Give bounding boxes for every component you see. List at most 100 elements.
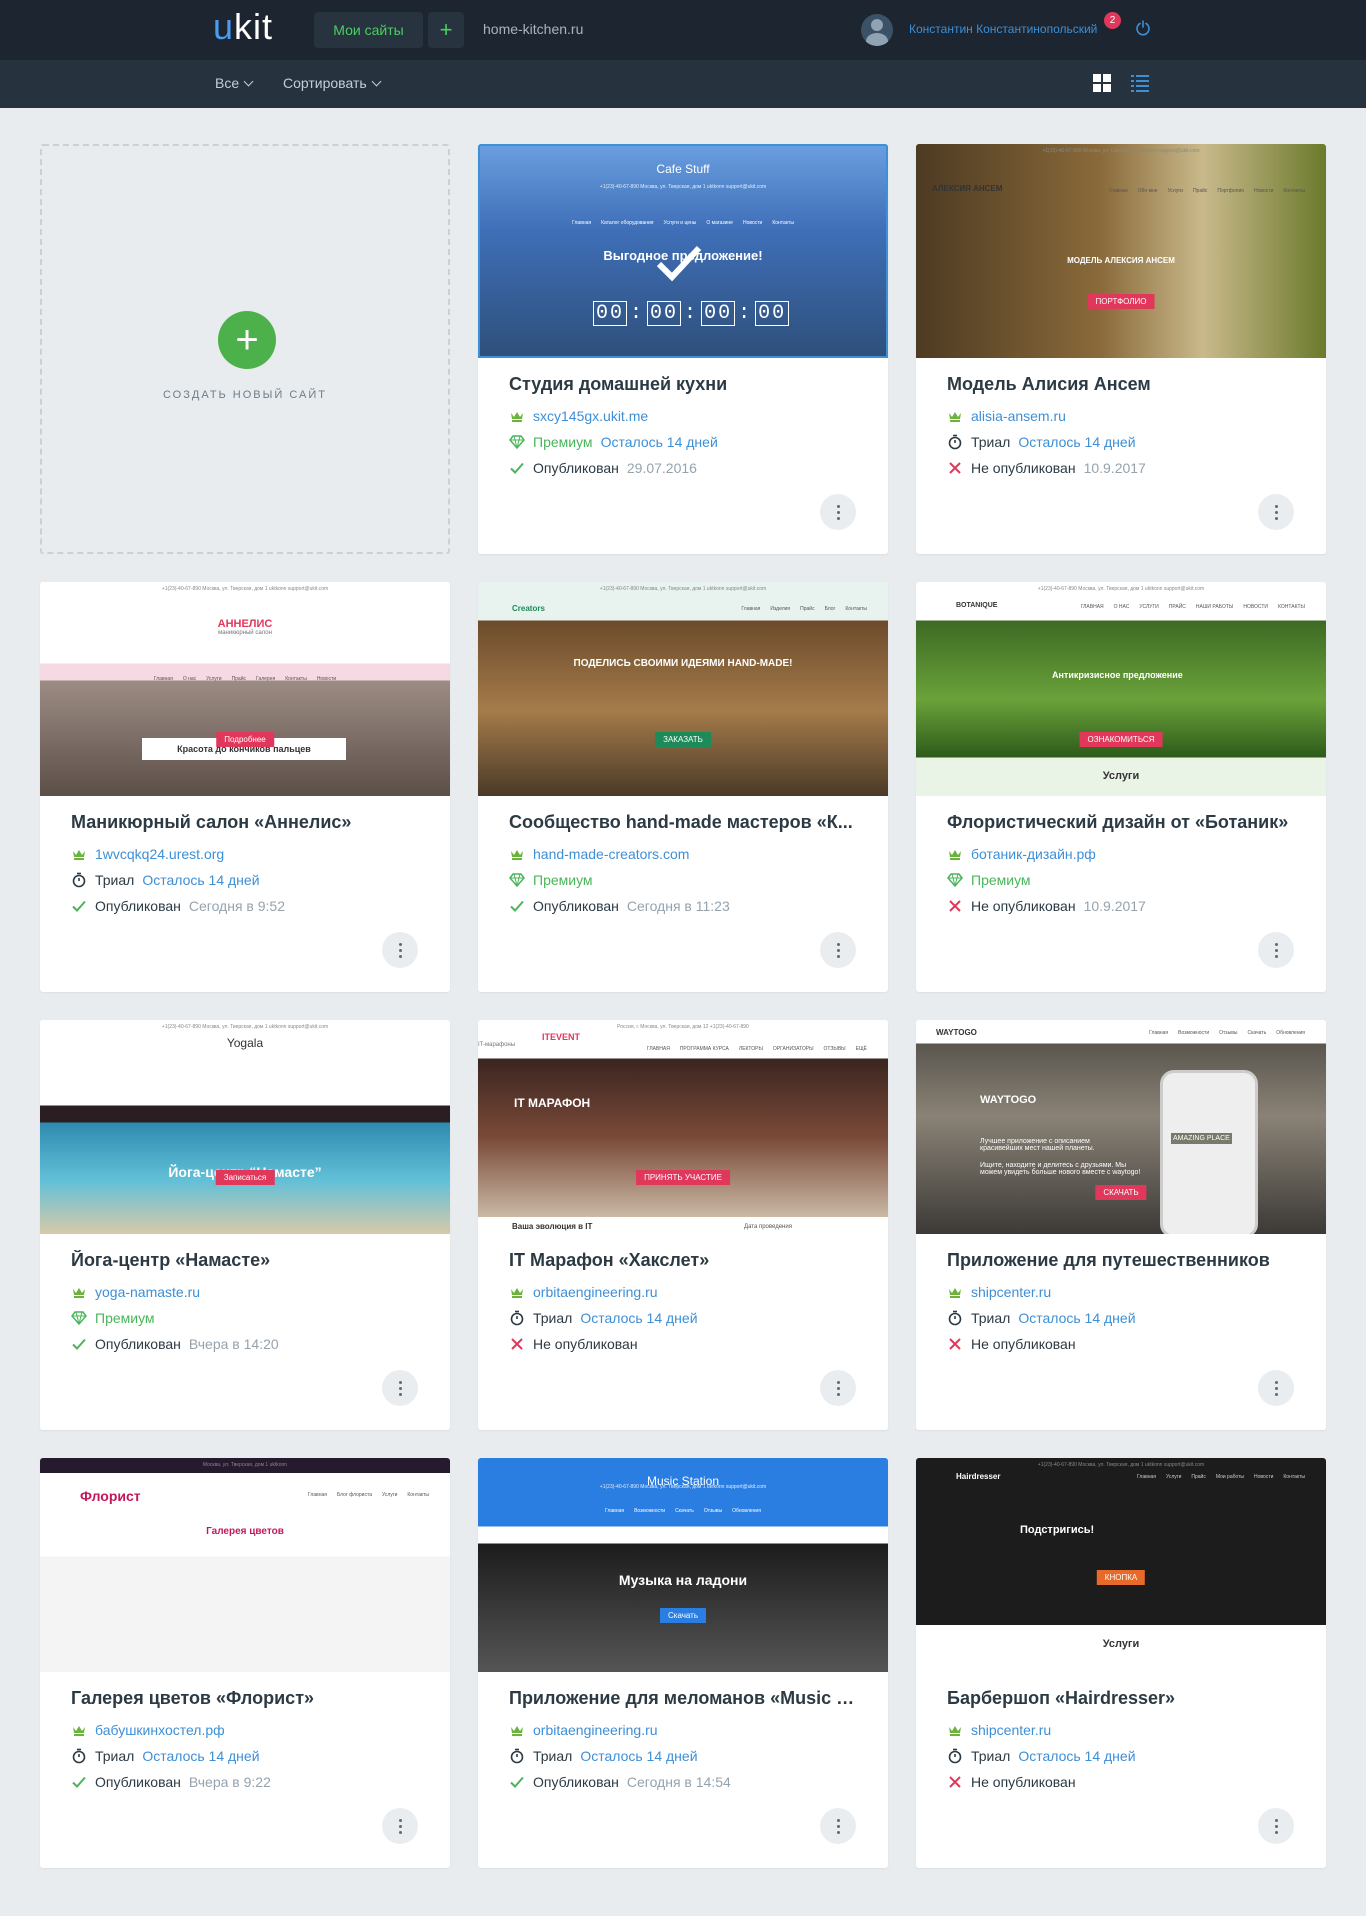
current-domain-link[interactable]: home-kitchen.ru	[483, 21, 583, 37]
more-options-button[interactable]	[1258, 1808, 1294, 1844]
thumb-nav-item: КОНТАКТЫ	[1278, 604, 1305, 610]
my-sites-button[interactable]: Мои сайты	[314, 12, 423, 48]
site-url-link[interactable]: orbitaengineering.ru	[533, 1722, 658, 1738]
plan-label: Триал	[533, 1748, 573, 1764]
username-link[interactable]: Константин Константинопольский	[909, 22, 1097, 36]
status-date: 10.9.2017	[1083, 898, 1146, 914]
notification-badge[interactable]: 2	[1104, 12, 1121, 29]
site-card[interactable]: Creators Главная Изделия Прайс Блог Контакты…	[478, 582, 888, 992]
site-title[interactable]: Студия домашней кухни	[509, 374, 859, 395]
thumb-nav: Главная Возможности Скачать Отзывы Обновлени…	[478, 1508, 888, 1514]
site-title[interactable]: Маникюрный салон «Аннелис»	[71, 812, 421, 833]
more-options-button[interactable]	[1258, 494, 1294, 530]
list-view-icon[interactable]	[1131, 74, 1149, 92]
thumb-nav: Главная Изделия Прайс Блог Контакты	[736, 606, 872, 612]
site-preview[interactable]: АННЕЛИС Главная О нас Услуги Прайс Галерея Ко…	[40, 582, 450, 796]
site-preview[interactable]: Hairdresser Главная Услуги Прайс Мои работы…	[916, 1458, 1326, 1672]
site-preview[interactable]: Creators Главная Изделия Прайс Блог Контакты…	[478, 582, 888, 796]
site-url-link[interactable]: alisia-ansem.ru	[971, 408, 1066, 424]
site-preview[interactable]: Yogala Главная Тренеры Группы Цены Отзывы Сту…	[40, 1020, 450, 1234]
site-card[interactable]: АННЕЛИС Главная О нас Услуги Прайс Галерея Ко…	[40, 582, 450, 992]
thumb-hero-text: Галерея цветов	[206, 1526, 284, 1537]
remaining-days-link[interactable]: Осталось 14 дней	[601, 434, 718, 450]
site-preview[interactable]: BOTANIQUE ГЛАВНАЯ О НАС УСЛУГИ ПРАЙС НАШИ РА…	[916, 582, 1326, 796]
site-title[interactable]: Галерея цветов «Флорист»	[71, 1688, 421, 1709]
site-card[interactable]: ITEVENT ГЛАВНАЯ ПРОГРАММА КУРСА ЛЕКТОРЫ ОРГ…	[478, 1020, 888, 1430]
site-url-link[interactable]: 1wvcqkq24.urest.org	[95, 846, 224, 862]
remaining-days-link[interactable]: Осталось 14 дней	[1018, 1310, 1135, 1326]
site-title[interactable]: Приложение для путешественников	[947, 1250, 1297, 1271]
site-preview[interactable]: ITEVENT ГЛАВНАЯ ПРОГРАММА КУРСА ЛЕКТОРЫ ОРГ…	[478, 1020, 888, 1234]
more-options-button[interactable]	[1258, 932, 1294, 968]
more-options-button[interactable]	[820, 1370, 856, 1406]
more-options-button[interactable]	[820, 932, 856, 968]
power-icon[interactable]	[1135, 20, 1151, 36]
user-avatar[interactable]	[861, 14, 893, 46]
site-url-link[interactable]: yoga-namaste.ru	[95, 1284, 200, 1300]
thumb-nav-item: Главная	[1149, 1030, 1169, 1036]
thumb-footer-text: Ваша эволюция в IT	[512, 1222, 593, 1231]
remaining-days-link[interactable]: Осталось 14 дней	[1018, 434, 1135, 450]
site-url-link[interactable]: orbitaengineering.ru	[533, 1284, 658, 1300]
remaining-days-link[interactable]: Осталось 14 дней	[580, 1310, 697, 1326]
remaining-days-link[interactable]: Осталось 14 дней	[1018, 1748, 1135, 1764]
thumb-nav-item: Контакты	[845, 606, 867, 612]
remaining-days-link[interactable]: Осталось 14 дней	[142, 1748, 259, 1764]
site-url-row: alisia-ansem.ru	[947, 408, 1066, 424]
more-options-button[interactable]	[382, 1370, 418, 1406]
add-site-button[interactable]: +	[428, 12, 464, 48]
site-title[interactable]: Приложение для меломанов «Music S...	[509, 1688, 859, 1709]
site-card[interactable]: Cafe Stuff Главная Каталог оборудования Ус…	[478, 144, 888, 554]
site-plan-row: Триал Осталось 14 дней	[71, 872, 260, 888]
site-card[interactable]: Yogala Главная Тренеры Группы Цены Отзывы Сту…	[40, 1020, 450, 1430]
site-url-link[interactable]: ботаник-дизайн.рф	[971, 846, 1096, 862]
more-options-button[interactable]	[382, 932, 418, 968]
site-preview[interactable]: Music Station Главная Возможности Скачать О…	[478, 1458, 888, 1672]
site-title[interactable]: Сообщество hand-made мастеров «К...	[509, 812, 859, 833]
more-options-button[interactable]	[820, 494, 856, 530]
stopwatch-icon	[948, 1748, 962, 1764]
site-host-icon	[949, 1288, 961, 1298]
thumb-nav-item: О НАС	[1113, 604, 1130, 610]
create-site-card[interactable]: + СОЗДАТЬ НОВЫЙ САЙТ	[40, 144, 450, 554]
site-url-link[interactable]: hand-made-creators.com	[533, 846, 689, 862]
site-preview[interactable]: АЛЕКСИЯ АНСЕМ Главная Обо мне Услуги Прайс П…	[916, 144, 1326, 358]
site-title[interactable]: Йога-центр «Намасте»	[71, 1250, 421, 1271]
site-card[interactable]: WAYTOGO Главная Возможности Отзывы Скачать О…	[916, 1020, 1326, 1430]
thumb-nav-item: ОРГАНИЗАТОРЫ	[772, 1046, 814, 1052]
site-card[interactable]: Флорист Главная Блог флориста Услуги Контак…	[40, 1458, 450, 1868]
thumb-nav-item: УСЛУГИ	[1139, 604, 1159, 610]
stopwatch-icon	[948, 434, 962, 450]
sort-dropdown[interactable]: Сортировать	[283, 75, 382, 91]
status-label: Не опубликован	[533, 1336, 638, 1352]
site-preview[interactable]: Cafe Stuff Главная Каталог оборудования Ус…	[478, 144, 888, 358]
site-title[interactable]: Барбершоп «Hairdresser»	[947, 1688, 1297, 1709]
site-preview[interactable]: WAYTOGO Главная Возможности Отзывы Скачать О…	[916, 1020, 1326, 1234]
filter-all-dropdown[interactable]: Все	[215, 75, 254, 91]
site-card[interactable]: BOTANIQUE ГЛАВНАЯ О НАС УСЛУГИ ПРАЙС НАШИ РА…	[916, 582, 1326, 992]
site-url-link[interactable]: shipcenter.ru	[971, 1722, 1051, 1738]
grid-view-icon[interactable]	[1093, 74, 1111, 92]
site-preview[interactable]: Флорист Главная Блог флориста Услуги Контак…	[40, 1458, 450, 1672]
remaining-days-link[interactable]: Осталось 14 дней	[580, 1748, 697, 1764]
site-title[interactable]: Флористический дизайн от «Ботаник»	[947, 812, 1297, 833]
thumb-cta-button: Записаться	[215, 1170, 275, 1185]
site-url-link[interactable]: бабушкинхостел.рф	[95, 1722, 225, 1738]
site-status-row: Не опубликован 10.9.2017	[947, 460, 1146, 476]
thumb-contacts: Россия, г. Москва, ул. Тверская, дом 12 …	[617, 1024, 749, 1030]
site-url-link[interactable]: shipcenter.ru	[971, 1284, 1051, 1300]
more-options-button[interactable]	[1258, 1370, 1294, 1406]
plan-label: Триал	[971, 1748, 1011, 1764]
site-card[interactable]: АЛЕКСИЯ АНСЕМ Главная Обо мне Услуги Прайс П…	[916, 144, 1326, 554]
more-options-button[interactable]	[382, 1808, 418, 1844]
site-card[interactable]: Hairdresser Главная Услуги Прайс Мои работы…	[916, 1458, 1326, 1868]
thumb-nav-item: ГЛАВНАЯ	[646, 1046, 670, 1052]
ukit-logo[interactable]: ukit	[213, 6, 273, 48]
remaining-days-link[interactable]: Осталось 14 дней	[142, 872, 259, 888]
site-url-link[interactable]: sxcy145gx.ukit.me	[533, 408, 648, 424]
site-title[interactable]: Модель Алисия Ансем	[947, 374, 1297, 395]
thumb-nav-item: Новости	[742, 220, 763, 226]
site-card[interactable]: Music Station Главная Возможности Скачать О…	[478, 1458, 888, 1868]
more-options-button[interactable]	[820, 1808, 856, 1844]
site-title[interactable]: IT Марафон «Хакслет»	[509, 1250, 859, 1271]
